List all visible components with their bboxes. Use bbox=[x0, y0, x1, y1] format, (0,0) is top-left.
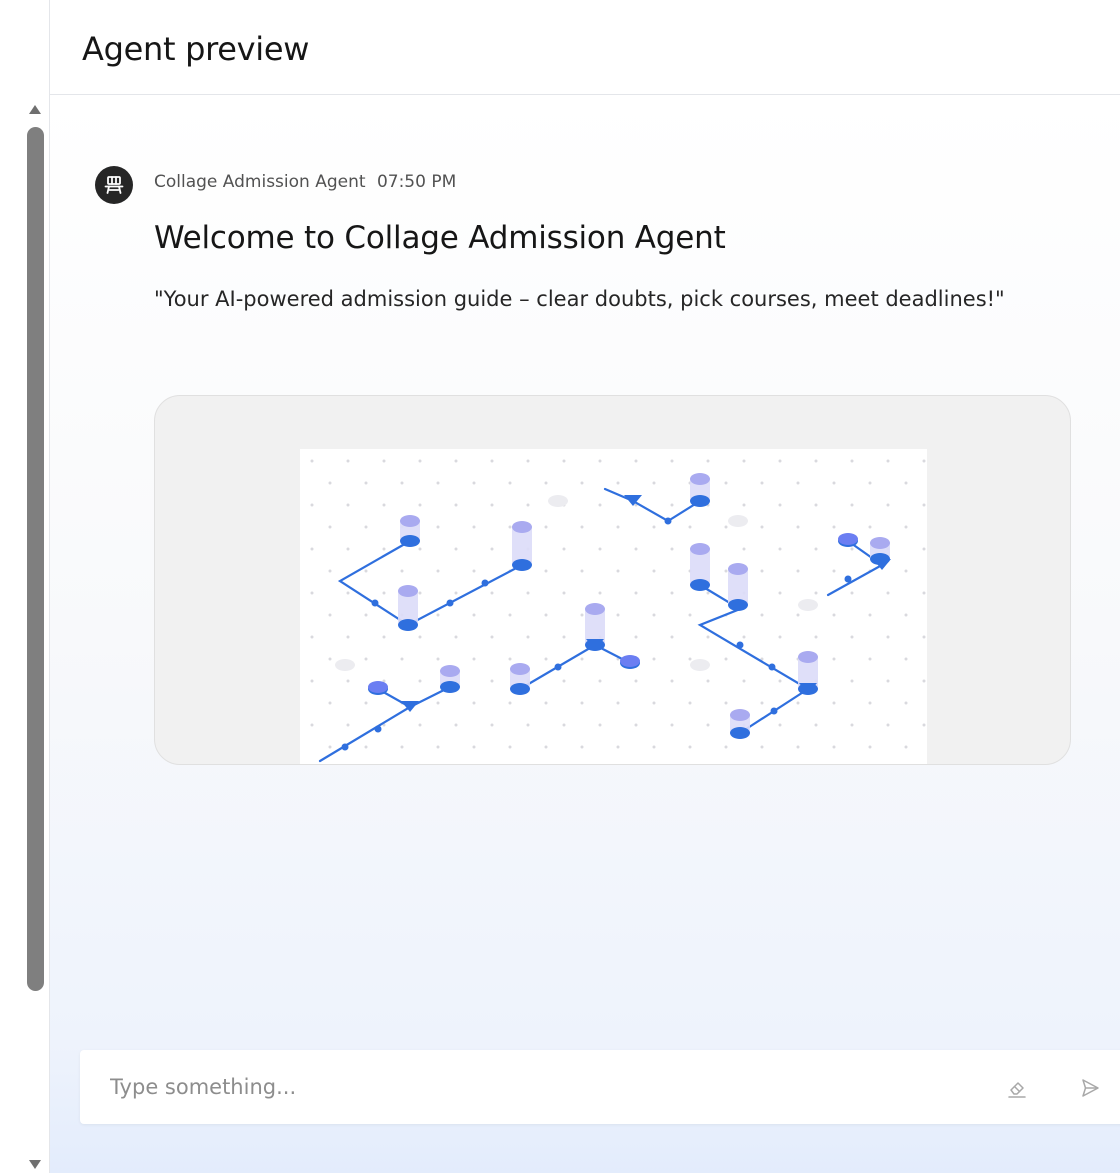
message-input[interactable] bbox=[80, 1050, 960, 1124]
welcome-description: "Your AI-powered admission guide – clear… bbox=[154, 287, 1005, 311]
welcome-title: Welcome to Collage Admission Agent bbox=[154, 220, 726, 256]
avatar bbox=[95, 166, 133, 204]
message-time: 07:50 PM bbox=[376, 172, 457, 192]
eraser-icon bbox=[1008, 1082, 1026, 1098]
network-illustration bbox=[310, 459, 944, 763]
header: Agent preview bbox=[50, 0, 1120, 95]
message-composer bbox=[80, 1050, 1120, 1124]
send-icon bbox=[1082, 1079, 1099, 1097]
agent-preview-page: Agent preview Collage Admission Agent 07… bbox=[0, 0, 1120, 1173]
scroll-down-arrow-icon[interactable] bbox=[29, 1160, 41, 1169]
scrollbar-thumb[interactable] bbox=[27, 127, 44, 991]
scroll-up-arrow-icon[interactable] bbox=[29, 105, 41, 114]
send-button[interactable] bbox=[1075, 1073, 1105, 1103]
clear-button[interactable] bbox=[1002, 1073, 1032, 1103]
welcome-illustration bbox=[300, 449, 944, 764]
message-meta: Collage Admission Agent 07:50 PM bbox=[154, 172, 456, 192]
agent-name: Collage Admission Agent bbox=[154, 172, 366, 192]
page-title: Agent preview bbox=[82, 30, 310, 68]
welcome-image-card bbox=[154, 395, 1071, 765]
robot-icon bbox=[104, 176, 124, 194]
chat-area: Collage Admission Agent 07:50 PM Welcome… bbox=[50, 96, 1120, 1173]
